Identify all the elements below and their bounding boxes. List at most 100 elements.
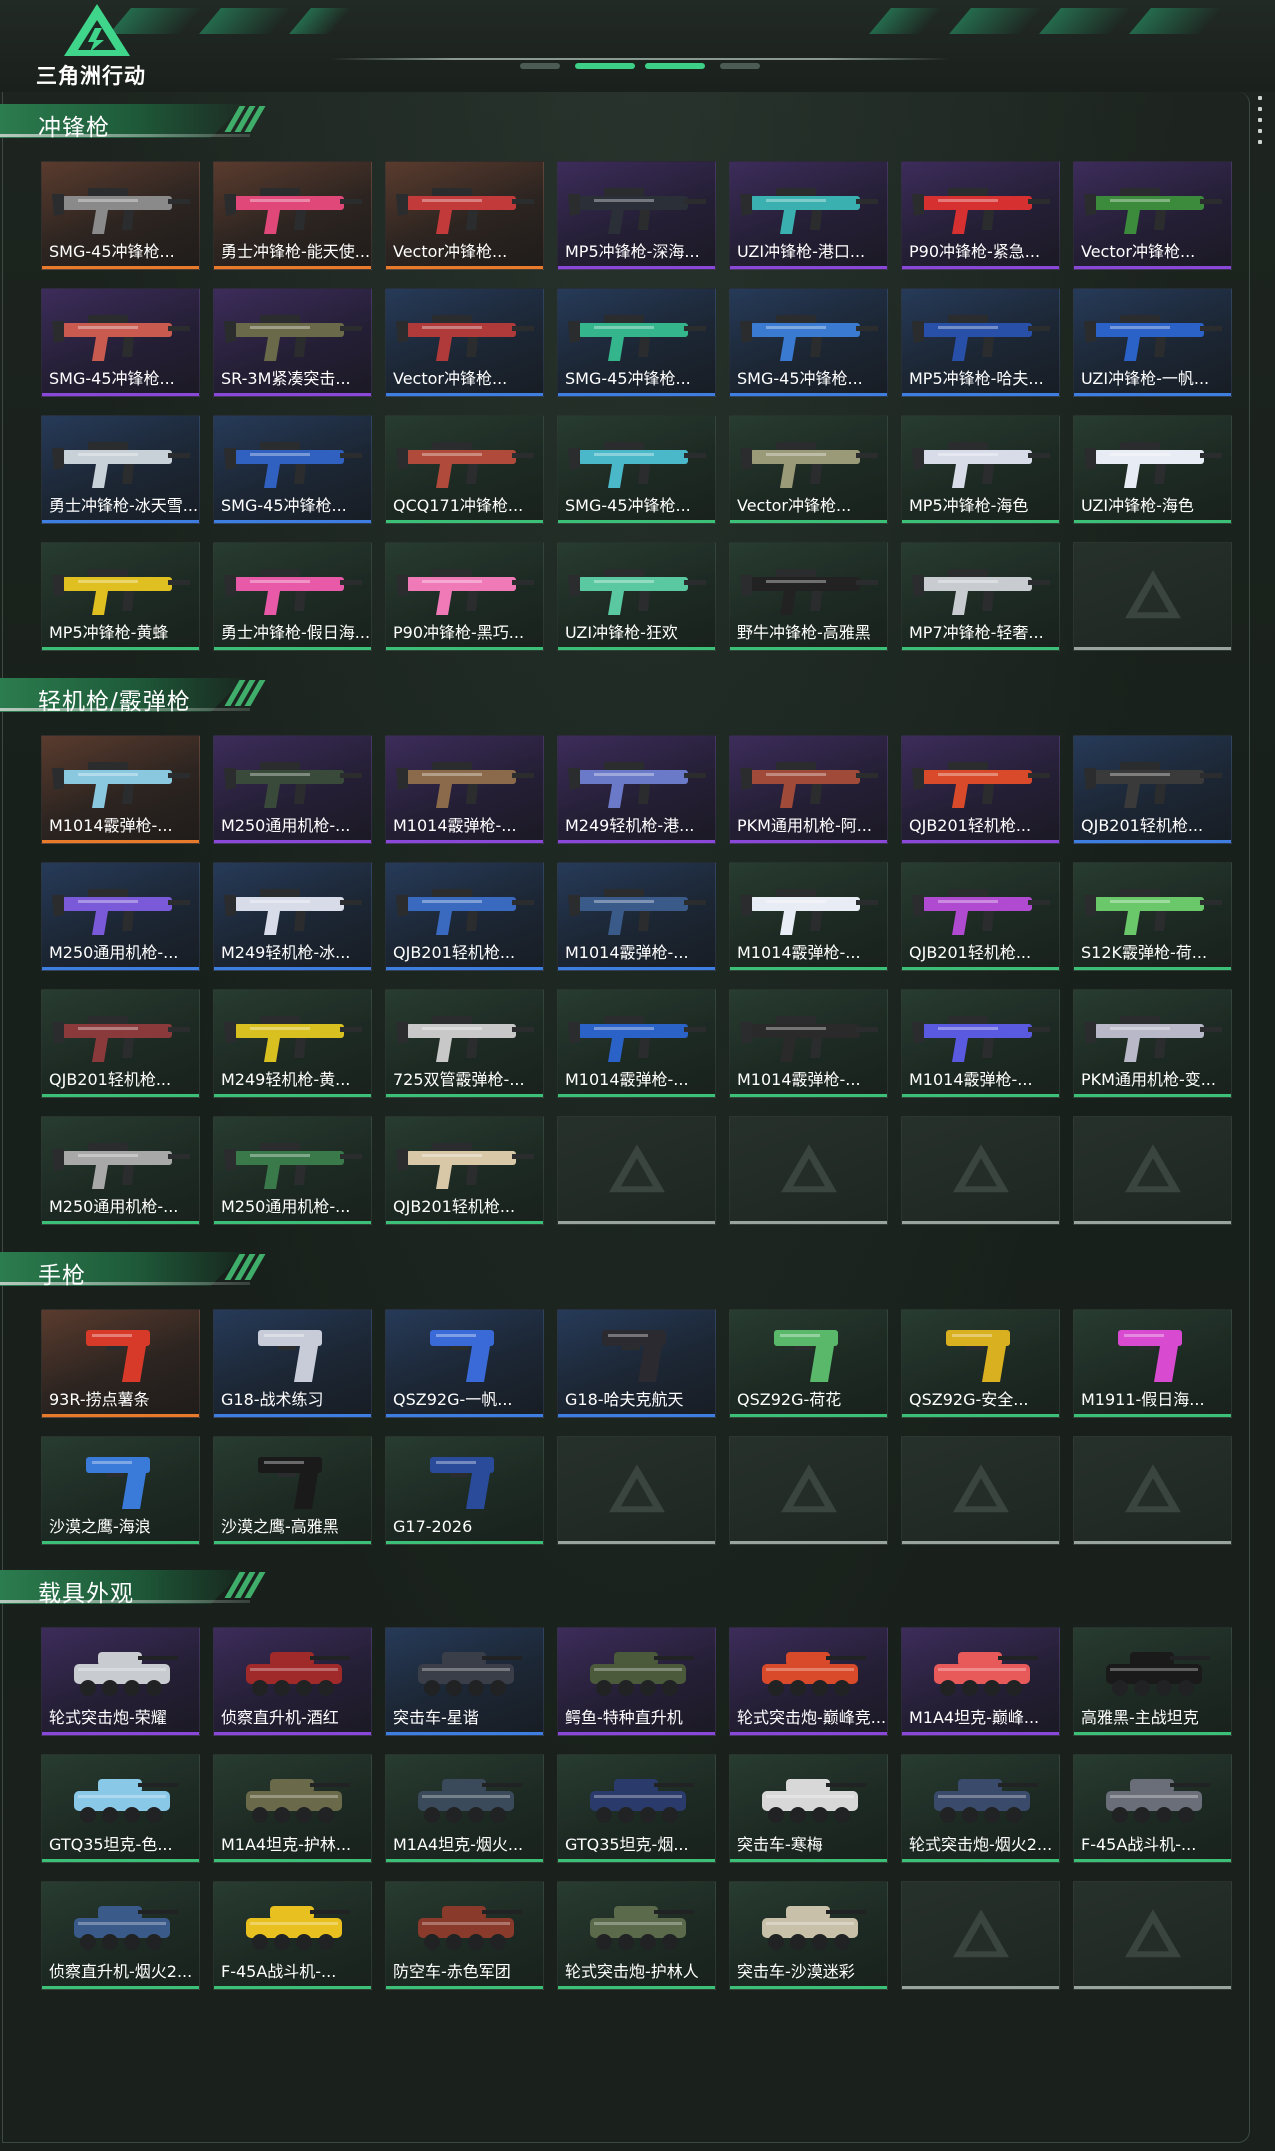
skin-card[interactable]: M1014霰弹枪-... — [901, 989, 1060, 1098]
skin-card[interactable]: G18-哈夫克航天 — [557, 1309, 716, 1418]
more-dots-icon[interactable] — [1258, 96, 1264, 148]
skin-name: QJB201轻机枪... — [393, 1197, 516, 1216]
skin-card[interactable]: SMG-45冲锋枪... — [729, 288, 888, 397]
skin-card[interactable]: M249轻机枪-港... — [557, 735, 716, 844]
skin-card[interactable]: MP7冲锋枪-轻奢... — [901, 542, 1060, 651]
weapon-image — [740, 188, 878, 234]
skin-card[interactable]: F-45A战斗机-... — [213, 1881, 372, 1990]
skin-card[interactable]: Vector冲锋枪... — [385, 161, 544, 270]
skin-card[interactable]: PKM通用机枪-阿... — [729, 735, 888, 844]
rarity-bar — [42, 1986, 199, 1989]
skin-card[interactable]: M250通用机枪-... — [213, 1116, 372, 1225]
skin-card[interactable]: M1014霰弹枪-... — [557, 862, 716, 971]
skin-card[interactable]: MP5冲锋枪-黄蜂 — [41, 542, 200, 651]
skin-card[interactable]: G18-战术练习 — [213, 1309, 372, 1418]
skin-card[interactable]: QCQ171冲锋枪... — [385, 415, 544, 524]
skin-card[interactable]: PKM通用机枪-变... — [1073, 989, 1232, 1098]
skin-card[interactable]: UZI冲锋枪-狂欢 — [557, 542, 716, 651]
skin-card[interactable]: SR-3M紧凑突击... — [213, 288, 372, 397]
skin-card[interactable]: 突击车-星谐 — [385, 1627, 544, 1736]
skin-card[interactable]: M1014霰弹枪-... — [41, 735, 200, 844]
skin-card[interactable]: P90冲锋枪-紧急... — [901, 161, 1060, 270]
weapon-image — [912, 315, 1050, 361]
skin-card[interactable]: 勇士冲锋枪-能天使... — [213, 161, 372, 270]
skin-card[interactable]: SMG-45冲锋枪... — [41, 288, 200, 397]
skin-card[interactable]: GTQ35坦克-色... — [41, 1754, 200, 1863]
skin-card[interactable]: QJB201轻机枪... — [41, 989, 200, 1098]
skin-card[interactable]: UZI冲锋枪-一帆... — [1073, 288, 1232, 397]
skin-card[interactable]: Vector冲锋枪... — [729, 415, 888, 524]
skin-card[interactable]: 高雅黑-主战坦克 — [1073, 1627, 1232, 1736]
rarity-bar — [214, 1414, 371, 1417]
delta-watermark-icon — [1124, 1463, 1181, 1512]
skin-name: 野牛冲锋枪-高雅黑 — [737, 623, 871, 642]
skin-card[interactable]: UZI冲锋枪-港口... — [729, 161, 888, 270]
skin-card[interactable]: 侦察直升机-烟火2... — [41, 1881, 200, 1990]
skin-card[interactable]: Vector冲锋枪... — [1073, 161, 1232, 270]
skin-card[interactable]: UZI冲锋枪-海色 — [1073, 415, 1232, 524]
skin-card[interactable]: M1014霰弹枪-... — [385, 735, 544, 844]
skin-card[interactable]: 侦察直升机-酒红 — [213, 1627, 372, 1736]
skin-card[interactable]: 突击车-沙漠迷彩 — [729, 1881, 888, 1990]
skin-card[interactable]: M249轻机枪-黄... — [213, 989, 372, 1098]
skin-card[interactable]: M1A4坦克-护林... — [213, 1754, 372, 1863]
skin-card[interactable]: 野牛冲锋枪-高雅黑 — [729, 542, 888, 651]
skin-card[interactable]: M1014霰弹枪-... — [557, 989, 716, 1098]
skin-card[interactable]: M249轻机枪-冰... — [213, 862, 372, 971]
skin-card[interactable]: 鳄鱼-特种直升机 — [557, 1627, 716, 1736]
weapon-image — [396, 442, 534, 488]
skin-card[interactable]: 93R-捞点薯条 — [41, 1309, 200, 1418]
skin-card[interactable]: P90冲锋枪-黑巧... — [385, 542, 544, 651]
skin-card[interactable]: 突击车-寒梅 — [729, 1754, 888, 1863]
skin-card[interactable]: 防空车-赤色军团 — [385, 1881, 544, 1990]
skin-card[interactable]: M250通用机枪-... — [41, 862, 200, 971]
skin-name: 沙漠之鹰-高雅黑 — [221, 1517, 339, 1536]
skin-card[interactable]: QJB201轻机枪... — [385, 1116, 544, 1225]
skin-card[interactable]: SMG-45冲锋枪... — [557, 415, 716, 524]
skin-card[interactable]: 轮式突击炮-巅峰竞... — [729, 1627, 888, 1736]
skin-card[interactable]: M250通用机枪-... — [41, 1116, 200, 1225]
rarity-bar — [902, 1732, 1059, 1735]
empty-slot — [1073, 542, 1232, 651]
skin-card[interactable]: M1014霰弹枪-... — [729, 989, 888, 1098]
rarity-bar — [42, 1094, 199, 1097]
pistol-image — [1118, 1330, 1182, 1382]
skin-card[interactable]: SMG-45冲锋枪... — [557, 288, 716, 397]
skin-card[interactable]: 轮式突击炮-烟火2... — [901, 1754, 1060, 1863]
skin-card[interactable]: GTQ35坦克-烟... — [557, 1754, 716, 1863]
rarity-bar — [42, 1414, 199, 1417]
skin-card[interactable]: F-45A战斗机-... — [1073, 1754, 1232, 1863]
skin-card[interactable]: 沙漠之鹰-高雅黑 — [213, 1436, 372, 1545]
skin-card[interactable]: 轮式突击炮-护林人 — [557, 1881, 716, 1990]
skin-card[interactable]: M250通用机枪-... — [213, 735, 372, 844]
weapon-image — [52, 889, 190, 935]
skin-card[interactable]: S12K霰弹枪-荷... — [1073, 862, 1232, 971]
skin-card[interactable]: QSZ92G-荷花 — [729, 1309, 888, 1418]
skin-card[interactable]: QJB201轻机枪... — [901, 862, 1060, 971]
skin-name: 93R-捞点薯条 — [49, 1390, 150, 1409]
skin-card[interactable]: M1A4坦克-烟火... — [385, 1754, 544, 1863]
skin-card[interactable]: QJB201轻机枪... — [901, 735, 1060, 844]
skin-card[interactable]: SMG-45冲锋枪... — [41, 161, 200, 270]
skin-card[interactable]: 725双管霰弹枪-... — [385, 989, 544, 1098]
rarity-bar — [1074, 840, 1231, 843]
skin-card[interactable]: 轮式突击炮-荣耀 — [41, 1627, 200, 1736]
skin-card[interactable]: 勇士冲锋枪-假日海... — [213, 542, 372, 651]
skin-card[interactable]: MP5冲锋枪-哈夫... — [901, 288, 1060, 397]
skin-card[interactable]: MP5冲锋枪-海色 — [901, 415, 1060, 524]
skin-card[interactable]: QJB201轻机枪... — [385, 862, 544, 971]
skin-card[interactable]: M1911-假日海... — [1073, 1309, 1232, 1418]
skin-card[interactable]: SMG-45冲锋枪... — [213, 415, 372, 524]
skin-card[interactable]: Vector冲锋枪... — [385, 288, 544, 397]
skin-name: 侦察直升机-酒红 — [221, 1708, 339, 1727]
skin-card[interactable]: QSZ92G-一帆... — [385, 1309, 544, 1418]
skin-card[interactable]: QJB201轻机枪... — [1073, 735, 1232, 844]
skin-card[interactable]: G17-2026 — [385, 1436, 544, 1545]
skin-card[interactable]: 勇士冲锋枪-冰天雪... — [41, 415, 200, 524]
skin-card[interactable]: 沙漠之鹰-海浪 — [41, 1436, 200, 1545]
skin-card[interactable]: M1014霰弹枪-... — [729, 862, 888, 971]
skin-card[interactable]: MP5冲锋枪-深海... — [557, 161, 716, 270]
rarity-bar — [386, 1986, 543, 1989]
skin-card[interactable]: QSZ92G-安全... — [901, 1309, 1060, 1418]
skin-card[interactable]: M1A4坦克-巅峰... — [901, 1627, 1060, 1736]
